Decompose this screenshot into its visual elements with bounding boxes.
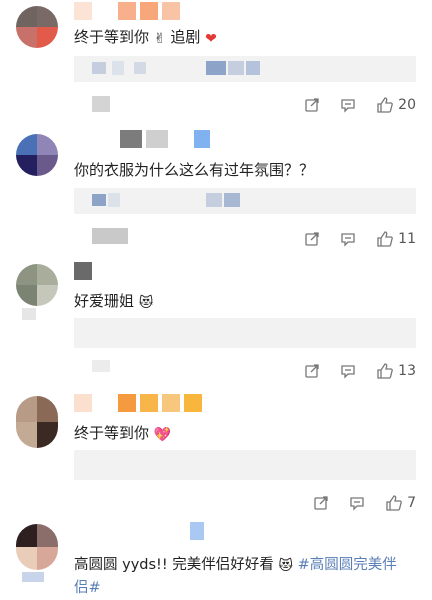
comment-text: 你的衣服为什么这么有过年氛围？？ <box>74 159 314 181</box>
share-icon[interactable] <box>304 97 320 113</box>
like-count: 20 <box>398 97 416 113</box>
hashtag-link-continuation[interactable]: 侣# <box>74 580 101 596</box>
avatar[interactable] <box>16 134 58 176</box>
comment-actions: 20 <box>304 96 416 114</box>
comment-item: 你的衣服为什么这么有过年氛围？？ 11 <box>0 128 432 252</box>
username[interactable] <box>74 130 210 148</box>
heart-eyes-cat-emoji: 😻 <box>138 295 154 311</box>
comment-body: 你的衣服为什么这么有过年氛围？？ <box>74 161 315 179</box>
comment-body: 高圆圆 yyds!! 完美伴侣好好看 <box>74 557 274 573</box>
like-button[interactable]: 7 <box>385 494 416 512</box>
thumb-up-icon <box>377 363 394 379</box>
username[interactable] <box>74 522 204 540</box>
comment-text: 终于等到你 ✌ 追剧 ❤ <box>74 26 217 50</box>
sparkling-heart-emoji: 💖 <box>153 427 172 443</box>
victory-hand-emoji: ✌ <box>153 31 166 47</box>
like-count: 11 <box>398 231 416 247</box>
reply-count-placeholder <box>92 228 128 244</box>
comment-actions: 13 <box>304 362 416 380</box>
like-button[interactable]: 13 <box>376 362 416 380</box>
like-button[interactable]: 11 <box>376 230 416 248</box>
avatar[interactable] <box>16 396 58 448</box>
avatar[interactable] <box>16 6 58 48</box>
reply-count-placeholder <box>92 96 110 112</box>
thumb-up-icon <box>377 97 394 113</box>
username[interactable] <box>74 262 92 280</box>
comment-body: 终于等到你 <box>74 28 150 46</box>
comment-actions: 11 <box>304 230 416 248</box>
hashtag-link[interactable]: #高圆圆完美伴 <box>298 557 397 573</box>
thumb-up-icon <box>377 231 394 247</box>
red-heart-emoji: ❤ <box>205 31 217 47</box>
username[interactable] <box>74 2 180 20</box>
comment-text: 终于等到你 💖 <box>74 422 171 446</box>
comment-body: 终于等到你 <box>74 424 150 442</box>
share-icon[interactable] <box>313 495 329 511</box>
comment-actions: 7 <box>313 494 416 512</box>
username[interactable] <box>74 394 202 412</box>
comment-item: 好爱珊姐 😻 13 <box>0 260 432 384</box>
reply-preview[interactable] <box>74 56 416 82</box>
comment-icon[interactable] <box>349 495 365 511</box>
share-icon[interactable] <box>304 231 320 247</box>
comment-item: 终于等到你 💖 7 <box>0 392 432 516</box>
comment-text: 高圆圆 yyds!! 完美伴侣好好看 😻 #高圆圆完美伴 侣# <box>74 554 420 599</box>
comment-icon[interactable] <box>340 363 356 379</box>
comment-item: 终于等到你 ✌ 追剧 ❤ 20 <box>0 0 432 122</box>
comment-body: 好爱珊姐 <box>74 292 135 310</box>
share-icon[interactable] <box>304 363 320 379</box>
reply-preview[interactable] <box>74 450 416 480</box>
reply-count-placeholder <box>92 360 110 372</box>
comment-icon[interactable] <box>340 97 356 113</box>
like-button[interactable]: 20 <box>376 96 416 114</box>
comment-body-2: 追剧 <box>170 28 201 46</box>
like-count: 7 <box>407 495 416 511</box>
thumb-up-icon <box>386 495 402 511</box>
comment-text: 好爱珊姐 😻 <box>74 290 153 314</box>
comment-item: 高圆圆 yyds!! 完美伴侣好好看 😻 #高圆圆完美伴 侣# <box>0 520 432 600</box>
like-count: 13 <box>398 363 416 379</box>
comment-icon[interactable] <box>340 231 356 247</box>
reply-preview[interactable] <box>74 188 416 214</box>
avatar[interactable] <box>16 524 58 570</box>
heart-eyes-cat-emoji: 😻 <box>278 558 293 574</box>
avatar[interactable] <box>16 264 58 306</box>
reply-preview[interactable] <box>74 318 416 348</box>
